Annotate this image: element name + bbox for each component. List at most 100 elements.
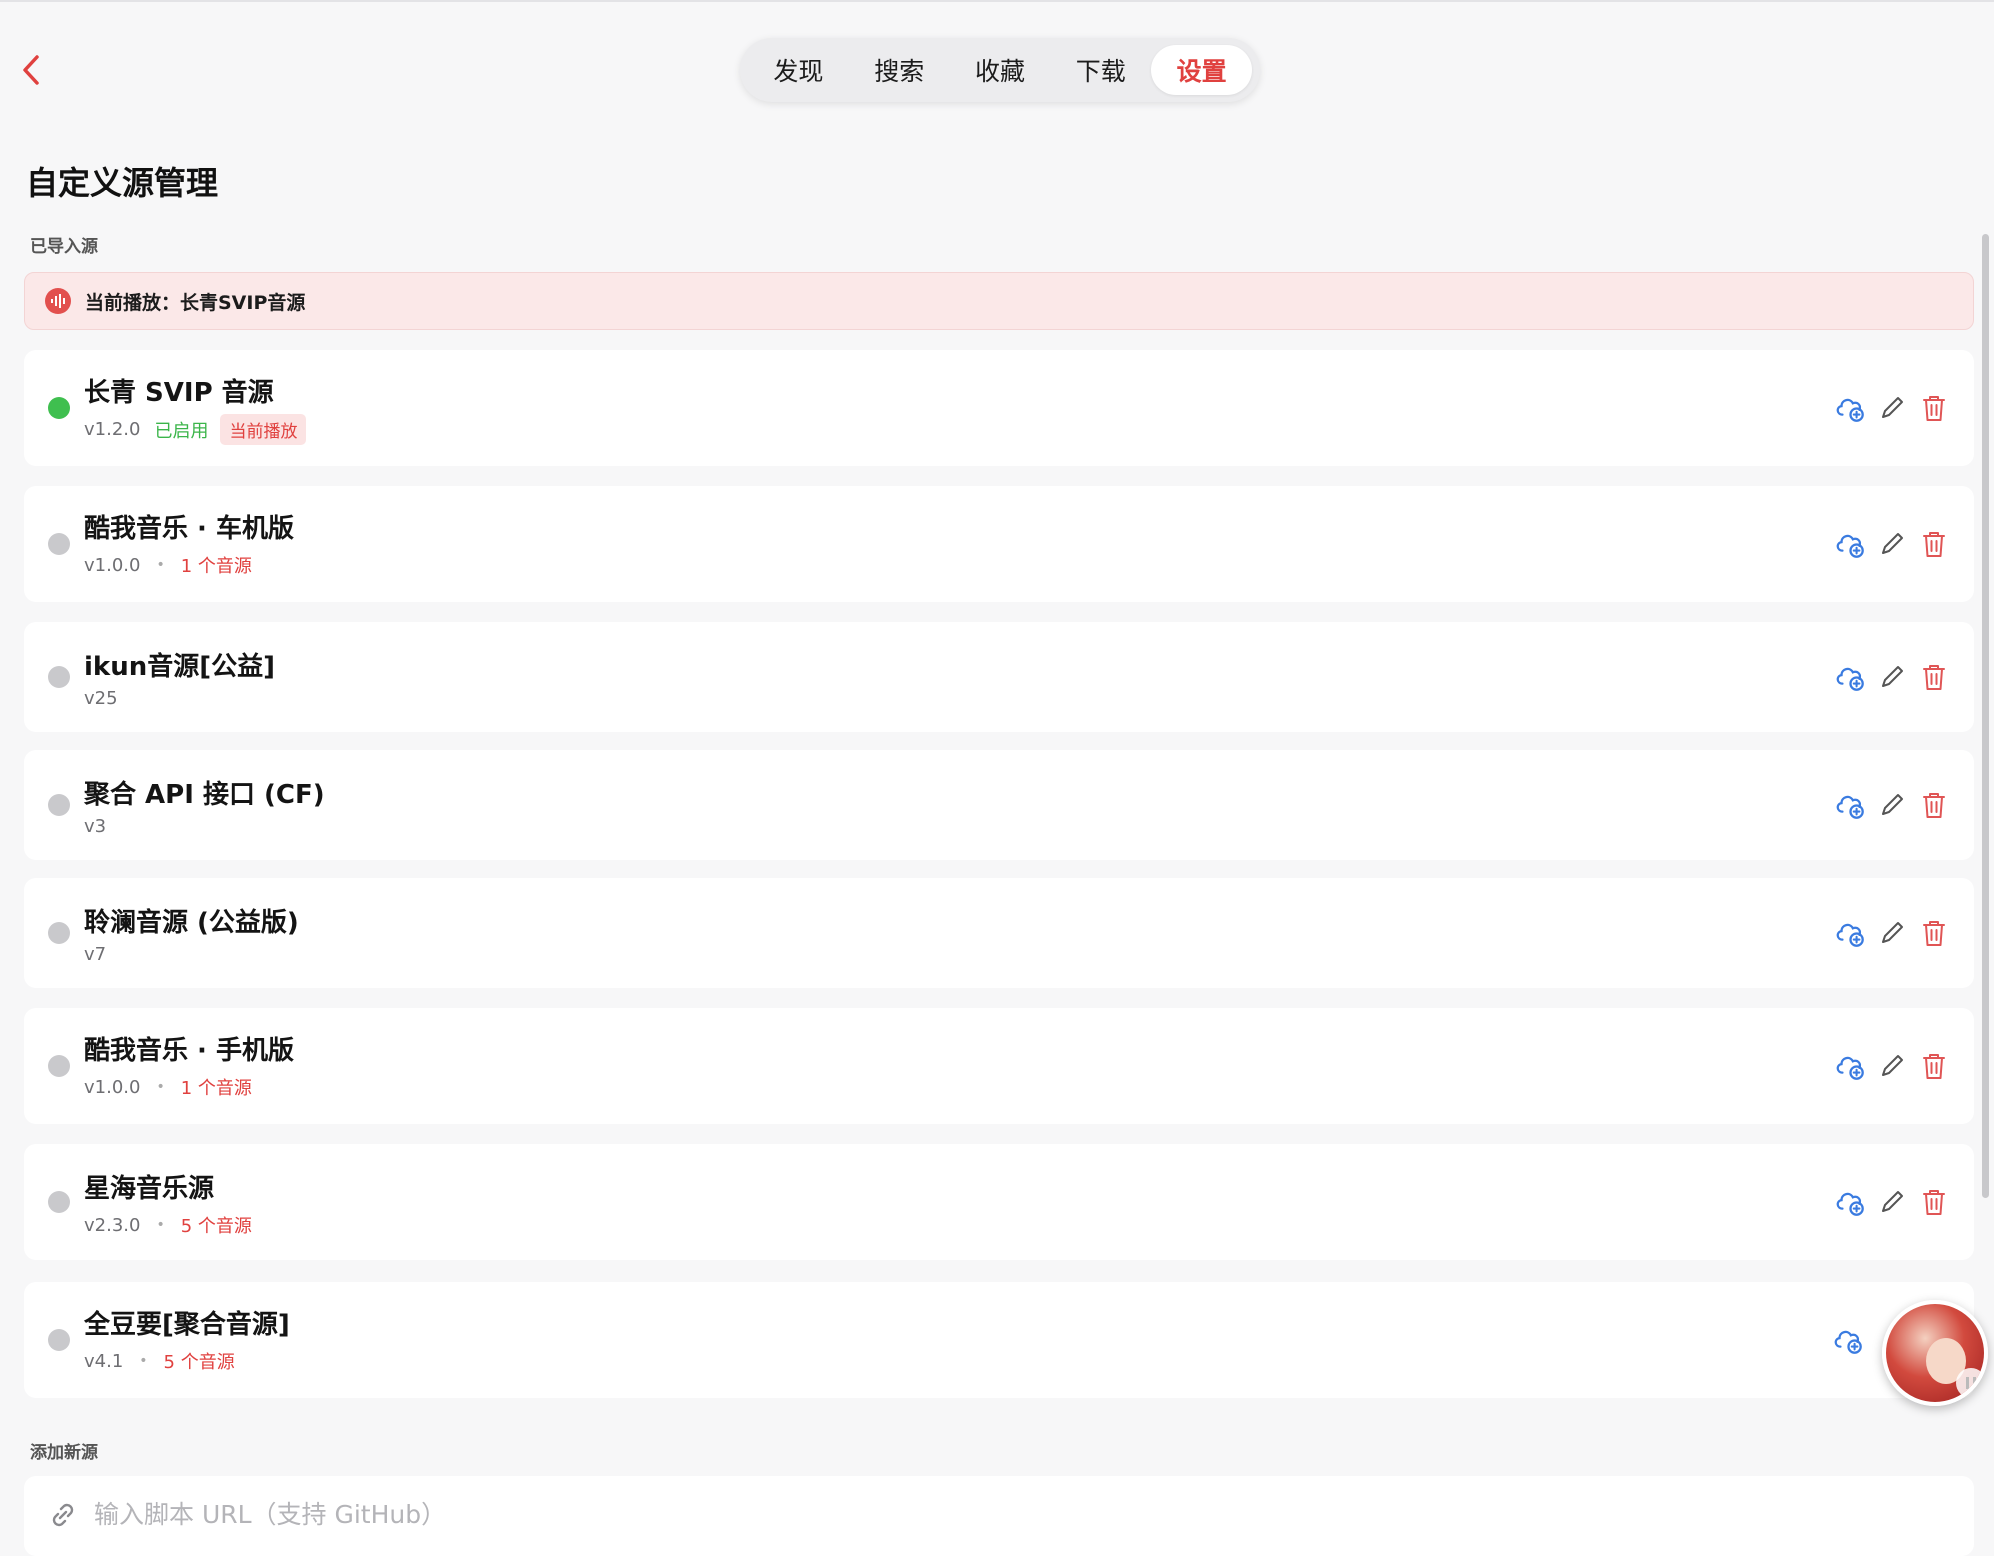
edit-button[interactable]: [1876, 390, 1908, 426]
delete-button[interactable]: [1918, 787, 1950, 823]
status-dot-disabled: [48, 1055, 70, 1077]
add-source-field: [24, 1476, 1974, 1556]
trash-icon: [1923, 793, 1945, 818]
source-card[interactable]: 聚合 API 接口 (CF) v3: [24, 750, 1974, 860]
edit-button[interactable]: [1876, 915, 1908, 951]
source-version: v25: [84, 688, 118, 709]
cloud-link-icon: [1836, 795, 1864, 819]
cloud-link-button[interactable]: [1834, 526, 1866, 562]
back-button[interactable]: [14, 50, 48, 90]
top-tab-bar: 发现 搜索 收藏 下载 设置: [740, 38, 1260, 102]
source-meta: v1.0.0 • 1 个音源: [84, 552, 252, 578]
source-version: v4.1: [84, 1350, 124, 1372]
source-actions: [1834, 390, 1950, 426]
trash-icon: [1923, 1054, 1945, 1079]
delete-button[interactable]: [1918, 1184, 1950, 1220]
source-name: 聚合 API 接口 (CF): [84, 780, 325, 810]
source-meta: v1.2.0 已启用 当前播放: [84, 414, 307, 445]
pencil-icon: [1882, 922, 1903, 943]
imported-sources-label: 已导入源: [30, 237, 98, 257]
chevron-left-icon: [23, 55, 39, 85]
source-actions: [1834, 1184, 1950, 1220]
pencil-icon: [1882, 397, 1903, 418]
source-actions: [1834, 787, 1950, 823]
source-count: 5 个音源: [180, 1216, 252, 1237]
cloud-link-button[interactable]: [1834, 1048, 1866, 1084]
tab-discover[interactable]: 发现: [748, 45, 849, 95]
status-dot-disabled: [48, 533, 70, 555]
source-card[interactable]: ikun音源[公益] v25: [24, 622, 1974, 732]
trash-icon: [1923, 396, 1945, 421]
source-name: 全豆要[聚合音源]: [84, 1310, 290, 1340]
cloud-link-icon: [1836, 1192, 1864, 1216]
meta-separator: •: [156, 1079, 165, 1095]
source-meta: v7: [84, 944, 106, 965]
trash-icon: [1923, 665, 1945, 690]
cloud-link-button[interactable]: [1834, 390, 1866, 426]
source-version: v1.0.0: [84, 1076, 141, 1098]
cloud-link-icon: [1836, 667, 1864, 691]
edit-button[interactable]: [1876, 1048, 1908, 1084]
cloud-link-button[interactable]: [1834, 659, 1866, 695]
delete-button[interactable]: [1918, 1048, 1950, 1084]
tab-favorites[interactable]: 收藏: [950, 45, 1051, 95]
source-card[interactable]: 酷我音乐 · 手机版 v1.0.0 • 1 个音源: [24, 1008, 1974, 1124]
pencil-icon: [1882, 533, 1903, 554]
source-meta: v3: [84, 816, 106, 837]
source-meta: v25: [84, 688, 118, 709]
script-url-input[interactable]: [94, 1500, 1794, 1529]
edit-button[interactable]: [1876, 1184, 1908, 1220]
meta-separator: •: [156, 557, 165, 573]
cloud-link-button[interactable]: [1832, 1322, 1864, 1358]
source-version: v7: [84, 944, 107, 965]
source-name: 酷我音乐 · 手机版: [84, 1036, 294, 1066]
source-name: 酷我音乐 · 车机版: [84, 514, 294, 544]
sound-wave-icon: [45, 288, 71, 314]
status-dot-disabled: [48, 1329, 70, 1351]
delete-button[interactable]: [1918, 390, 1950, 426]
cloud-link-icon: [1836, 534, 1864, 558]
source-count: 5 个音源: [163, 1352, 235, 1373]
link-icon: [48, 1500, 78, 1534]
delete-button[interactable]: [1918, 526, 1950, 562]
source-actions: [1834, 915, 1950, 951]
tab-settings[interactable]: 设置: [1151, 45, 1252, 95]
tab-search[interactable]: 搜索: [849, 45, 950, 95]
edit-button[interactable]: [1876, 659, 1908, 695]
delete-button[interactable]: [1918, 659, 1950, 695]
pause-icon[interactable]: [1956, 1368, 1984, 1398]
cloud-link-icon: [1834, 1330, 1862, 1354]
source-meta: v2.3.0 • 5 个音源: [84, 1212, 252, 1238]
delete-button[interactable]: [1918, 915, 1950, 951]
edit-button[interactable]: [1876, 526, 1908, 562]
tab-downloads[interactable]: 下载: [1050, 45, 1151, 95]
now-playing-banner: 当前播放：长青SVIP音源: [24, 272, 1974, 330]
source-meta: v4.1 • 5 个音源: [84, 1348, 235, 1374]
source-actions: [1834, 659, 1950, 695]
edit-button[interactable]: [1876, 787, 1908, 823]
source-version: v2.3.0: [84, 1214, 141, 1236]
source-card[interactable]: 星海音乐源 v2.3.0 • 5 个音源: [24, 1144, 1974, 1260]
meta-separator: •: [139, 1353, 148, 1369]
source-card[interactable]: 酷我音乐 · 车机版 v1.0.0 • 1 个音源: [24, 486, 1974, 602]
cloud-link-button[interactable]: [1834, 1184, 1866, 1220]
now-playing-avatar[interactable]: [1882, 1300, 1988, 1406]
now-playing-text: 当前播放：长青SVIP音源: [85, 291, 306, 314]
status-dot-disabled: [48, 794, 70, 816]
cloud-link-icon: [1836, 398, 1864, 422]
status-dot-enabled: [48, 397, 70, 419]
cloud-link-button[interactable]: [1834, 787, 1866, 823]
source-card[interactable]: 聆澜音源 (公益版) v7: [24, 878, 1974, 988]
source-card[interactable]: 长青 SVIP 音源 v1.2.0 已启用 当前播放: [24, 350, 1974, 466]
cloud-link-button[interactable]: [1834, 915, 1866, 951]
scrollbar-thumb[interactable]: [1982, 234, 1989, 1198]
pencil-icon: [1882, 666, 1903, 687]
source-name: 长青 SVIP 音源: [84, 378, 274, 408]
source-count: 1 个音源: [180, 556, 252, 577]
source-version: v1.0.0: [84, 554, 141, 576]
source-card[interactable]: 全豆要[聚合音源] v4.1 • 5 个音源: [24, 1282, 1974, 1398]
source-name: 星海音乐源: [84, 1174, 215, 1204]
source-name: 聆澜音源 (公益版): [84, 908, 299, 938]
pencil-icon: [1882, 1055, 1903, 1076]
page-title: 自定义源管理: [26, 164, 219, 202]
